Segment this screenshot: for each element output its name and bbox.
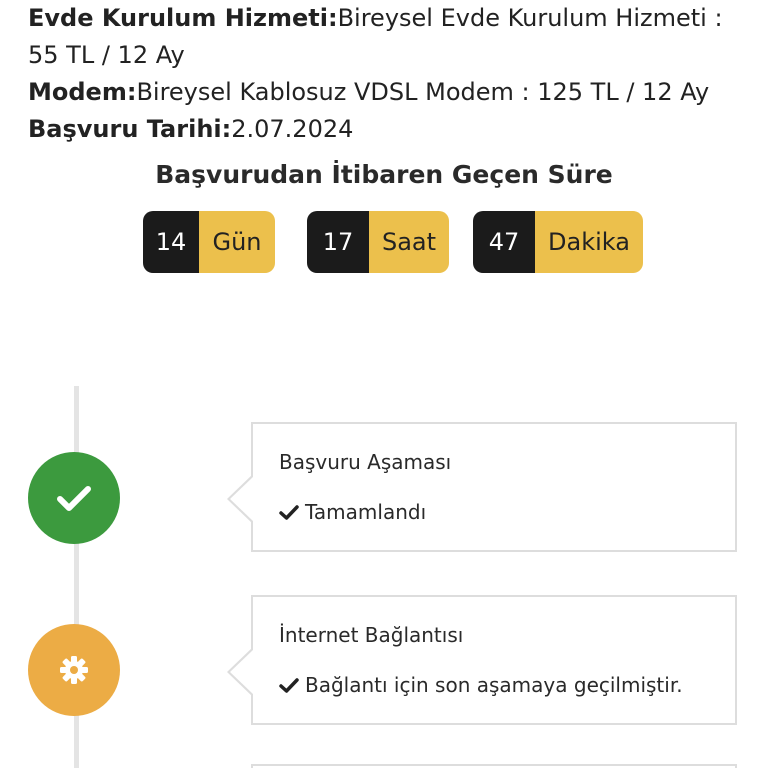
install-service-value: Bireysel Evde Kurulum Hizmeti : <box>337 4 723 32</box>
hours-unit: Saat <box>369 211 449 273</box>
days-value: 14 <box>143 211 199 273</box>
check-icon <box>57 486 91 511</box>
modem-value: Bireysel Kablosuz VDSL Modem : 125 TL / … <box>136 78 710 106</box>
step-title: Başvuru Aşaması <box>279 450 452 474</box>
step-status: Bağlantı için son aşamaya geçilmiştir. <box>279 673 683 697</box>
step-card-internet-connection: İnternet Bağlantısı Bağlantı için son aş… <box>227 595 737 725</box>
modem-label: Modem: <box>28 78 137 106</box>
minutes-counter: 47 Dakika <box>473 211 643 273</box>
step-status-text: Bağlantı için son aşamaya geçilmiştir. <box>305 673 683 697</box>
step-title: İnternet Bağlantısı <box>279 623 464 647</box>
application-date-value: 2.07.2024 <box>231 115 354 143</box>
application-date-label: Başvuru Tarihi: <box>28 115 232 143</box>
hours-value: 17 <box>307 211 369 273</box>
check-icon <box>279 505 299 520</box>
days-unit: Gün <box>199 211 275 273</box>
application-status-page: Evde Kurulum Hizmeti:Bireysel Evde Kurul… <box>0 0 768 768</box>
minutes-value: 47 <box>473 211 535 273</box>
days-counter: 14 Gün <box>143 211 275 273</box>
check-icon <box>279 678 299 693</box>
minutes-unit: Dakika <box>535 211 643 273</box>
install-service-value-cont: 55 TL / 12 Ay <box>28 41 185 69</box>
step-completed-indicator <box>28 452 120 544</box>
install-service-line: Evde Kurulum Hizmeti:Bireysel Evde Kurul… <box>28 0 748 37</box>
modem-line: Modem:Bireysel Kablosuz VDSL Modem : 125… <box>28 74 748 111</box>
application-date-line: Başvuru Tarihi:2.07.2024 <box>28 111 748 148</box>
step-in-progress-indicator <box>28 624 120 716</box>
step-status: Tamamlandı <box>279 500 426 524</box>
step-card-next <box>251 764 737 768</box>
step-status-text: Tamamlandı <box>305 500 427 524</box>
gear-icon <box>60 656 88 684</box>
hours-counter: 17 Saat <box>307 211 449 273</box>
install-service-label: Evde Kurulum Hizmeti: <box>28 4 338 32</box>
elapsed-time-title: Başvurudan İtibaren Geçen Süre <box>155 160 613 189</box>
step-card-application: Başvuru Aşaması Tamamlandı <box>227 422 737 552</box>
application-info: Evde Kurulum Hizmeti:Bireysel Evde Kurul… <box>28 0 748 148</box>
